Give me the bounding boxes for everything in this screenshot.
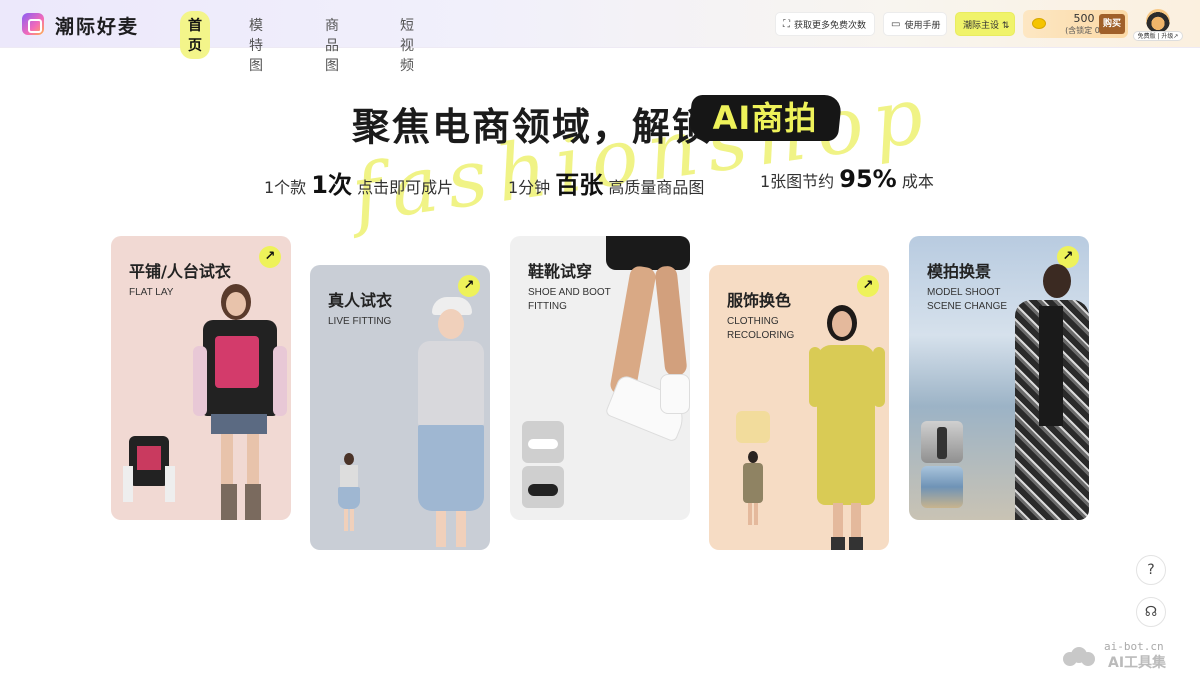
card-title: 平铺/人台试衣: [129, 262, 231, 281]
card-title: 真人试衣: [328, 291, 393, 310]
theme-label: 潮际主设 ⇅: [963, 20, 1010, 31]
card-live-fitting[interactable]: 真人试衣 LIVE FITTING ↗: [310, 265, 490, 550]
watermark-name: AI工具集: [1108, 655, 1167, 671]
nav-home[interactable]: 首页: [180, 11, 210, 59]
model-thumbnail[interactable]: [921, 421, 963, 463]
scene-thumbnail[interactable]: [921, 466, 963, 508]
nav-model-images[interactable]: 模特图: [249, 15, 263, 75]
headset-icon: ☊: [1144, 604, 1158, 620]
stat-highlight: 1次: [311, 171, 352, 199]
shoe-thumbnail-white[interactable]: [522, 421, 564, 463]
brand-name[interactable]: 潮际好麦: [55, 12, 139, 39]
plan-badge[interactable]: 免费版 | 升级↗: [1133, 31, 1183, 41]
card-title: 服饰换色: [727, 291, 792, 310]
arrow-up-right-icon[interactable]: ↗: [259, 246, 281, 268]
card-flat-lay[interactable]: 平铺/人台试衣 FLAT LAY ↗: [111, 236, 291, 520]
stat-item: 1个款 1次 点击即可成片: [264, 165, 453, 200]
stat-prefix: 1个款: [264, 178, 307, 197]
card-subtitle: MODEL SHOOT SCENE CHANGE: [927, 287, 1008, 312]
stat-suffix: 成本: [901, 172, 934, 191]
card-subtitle: LIVE FITTING: [328, 316, 392, 327]
app-logo-icon[interactable]: [22, 13, 44, 35]
manual-button[interactable]: ▭ 使用手册: [883, 12, 947, 36]
coin-icon: [1032, 18, 1046, 29]
question-icon: ?: [1147, 562, 1155, 578]
stat-item: 1分钟 百张 高质量商品图: [508, 165, 704, 200]
hero-badge-text: AI商拍: [712, 99, 818, 137]
card-subtitle: CLOTHING RECOLORING: [727, 316, 795, 341]
watermark: ai-bot.cn AI工具集: [1060, 640, 1190, 671]
arrow-up-right-icon[interactable]: ↗: [458, 275, 480, 297]
card-subtitle: FLAT LAY: [129, 287, 174, 298]
card-scene-change[interactable]: 模拍换景 MODEL SHOOT SCENE CHANGE ↗: [909, 236, 1089, 520]
cloud-logo-icon: [1063, 647, 1095, 666]
theme-toggle-button[interactable]: 潮际主设 ⇅: [955, 12, 1015, 36]
card-subtitle: SHOE AND BOOT FITTING: [528, 287, 611, 312]
shoe-thumbnail-black[interactable]: [522, 466, 564, 508]
arrow-up-right-icon[interactable]: ↗: [857, 275, 879, 297]
hero-badge: AI商拍: [687, 95, 843, 141]
scan-icon: ⛶: [783, 18, 790, 30]
free-credits-label: 获取更多免费次数: [794, 20, 867, 31]
color-swatch[interactable]: [736, 411, 770, 443]
stat-suffix: 高质量商品图: [608, 178, 705, 197]
avatar[interactable]: [1146, 9, 1170, 33]
card-title: 鞋靴试穿: [528, 262, 593, 281]
nav-product-images[interactable]: 商品图: [325, 15, 339, 75]
stat-highlight: 95%: [839, 165, 897, 193]
card-title: 模拍换景: [927, 262, 992, 281]
card-shoe-fitting[interactable]: 鞋靴试穿 SHOE AND BOOT FITTING ↗: [510, 236, 690, 520]
help-button[interactable]: ?: [1136, 555, 1166, 585]
hero-title: 聚焦电商领域，解锁: [352, 105, 713, 149]
stat-prefix: 1张图节约: [760, 172, 835, 191]
stat-highlight: 百张: [555, 171, 604, 199]
buy-button[interactable]: 购买: [1099, 14, 1125, 34]
book-icon: ▭: [891, 18, 901, 30]
support-button[interactable]: ☊: [1136, 597, 1166, 627]
stat-prefix: 1分钟: [508, 178, 551, 197]
nav-short-videos[interactable]: 短视频: [400, 15, 414, 75]
stat-suffix: 点击即可成片: [357, 178, 454, 197]
manual-label: 使用手册: [904, 20, 941, 31]
top-navbar: 潮际好麦 首页 模特图 商品图 短视频 ⛶ 获取更多免费次数 ▭ 使用手册 潮际…: [0, 0, 1200, 74]
free-credits-button[interactable]: ⛶ 获取更多免费次数: [775, 12, 875, 36]
card-recoloring[interactable]: 服饰换色 CLOTHING RECOLORING ↗: [709, 265, 889, 550]
stat-item: 1张图节约 95% 成本: [760, 165, 934, 193]
